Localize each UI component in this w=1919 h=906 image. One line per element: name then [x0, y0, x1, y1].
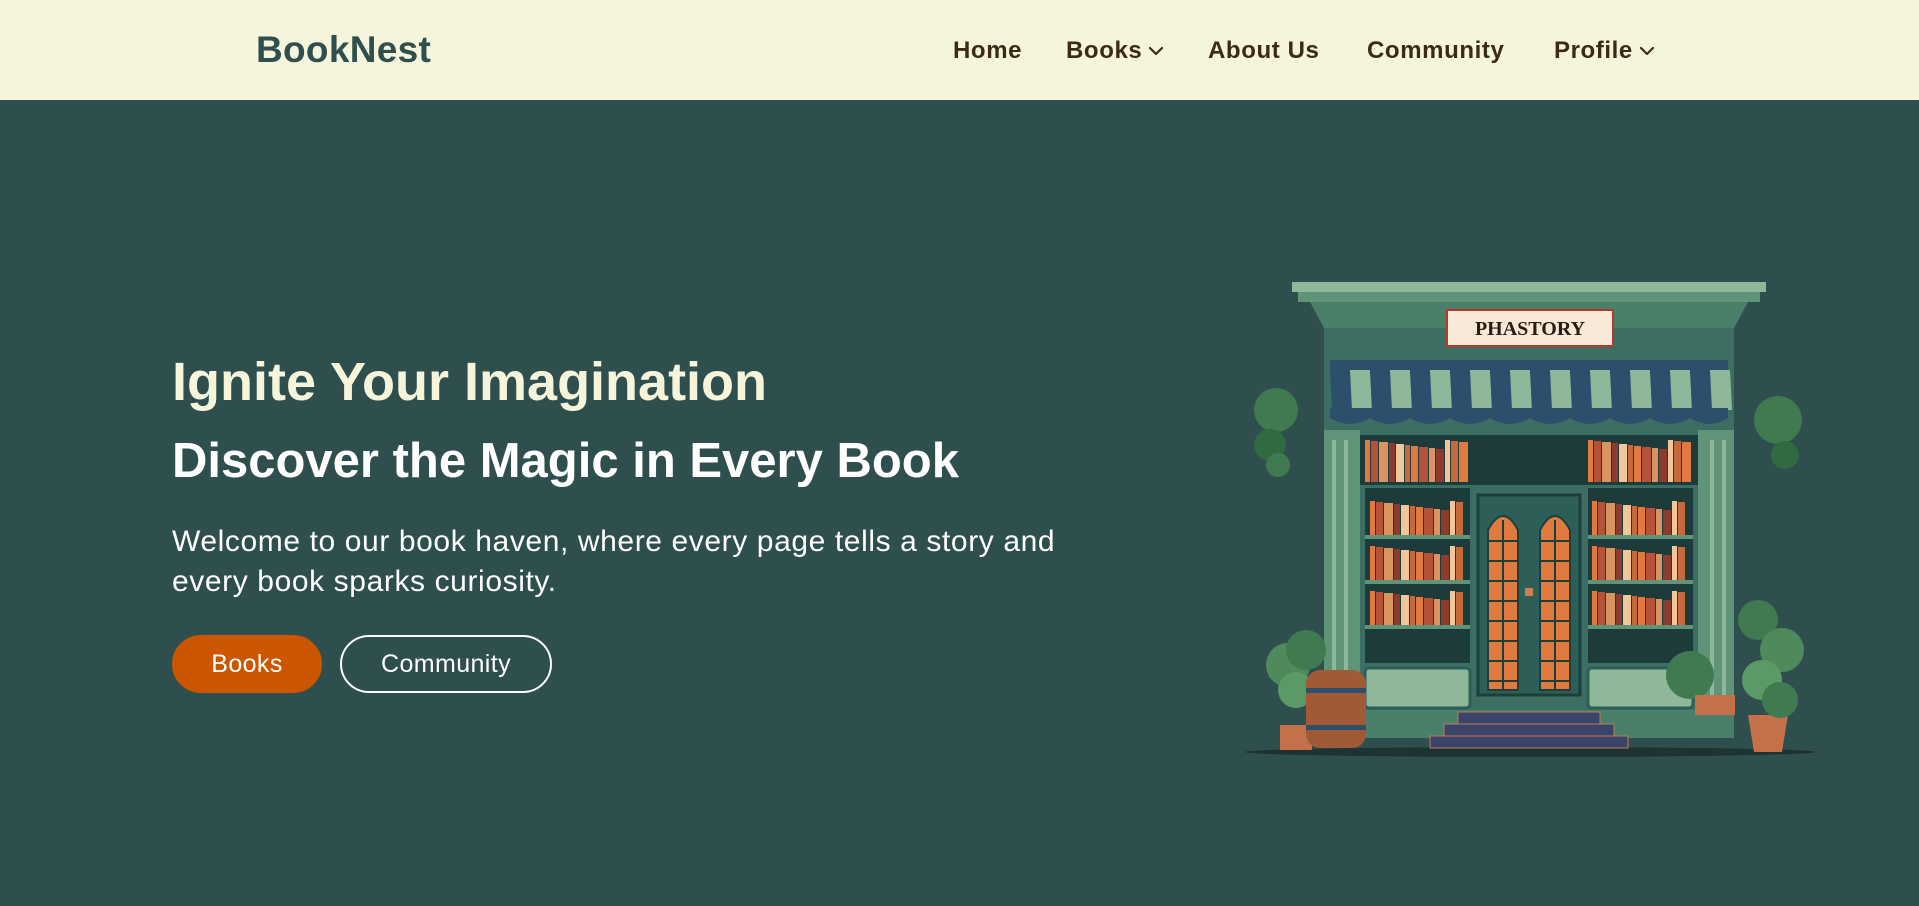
nav-item-label: About Us	[1208, 37, 1320, 64]
nav-item-about-us[interactable]: About Us	[1208, 36, 1319, 66]
nav-item-label: Profile	[1554, 37, 1633, 64]
nav-item-label: Community	[1367, 37, 1505, 64]
barrel	[1306, 670, 1366, 748]
shop-door	[1476, 493, 1582, 697]
nav-item-books[interactable]: Books	[1066, 36, 1164, 66]
nav-item-community[interactable]: Community	[1367, 36, 1504, 66]
shop-sign: PHASTORY	[1446, 309, 1614, 347]
site-header: BookNest Home Books About Us Community P…	[0, 0, 1919, 100]
hero-title: Ignite Your Imagination	[172, 352, 768, 412]
hanging-plant-right	[1754, 396, 1802, 469]
books-button[interactable]: Books	[172, 635, 322, 693]
community-button[interactable]: Community	[340, 635, 552, 693]
hero-subtitle: Discover the Magic in Every Book	[172, 434, 959, 488]
bookstore-illustration: PHASTORY	[1245, 282, 1815, 757]
nav-item-label: Books	[1066, 37, 1143, 64]
hanging-plant-left	[1254, 388, 1298, 477]
hero-description: Welcome to our book haven, where every p…	[172, 525, 1056, 598]
main-nav: Home Books About Us Community Profile	[0, 36, 1919, 66]
chevron-down-icon	[1639, 46, 1654, 56]
nav-item-home[interactable]: Home	[953, 36, 1022, 66]
awning	[1330, 360, 1732, 424]
hero-section: Ignite Your Imagination Discover the Mag…	[0, 100, 1919, 906]
chevron-down-icon	[1149, 46, 1164, 56]
nav-item-label: Home	[953, 37, 1023, 64]
nav-item-profile[interactable]: Profile	[1554, 36, 1655, 66]
shop-sign-text: PHASTORY	[1475, 318, 1586, 340]
